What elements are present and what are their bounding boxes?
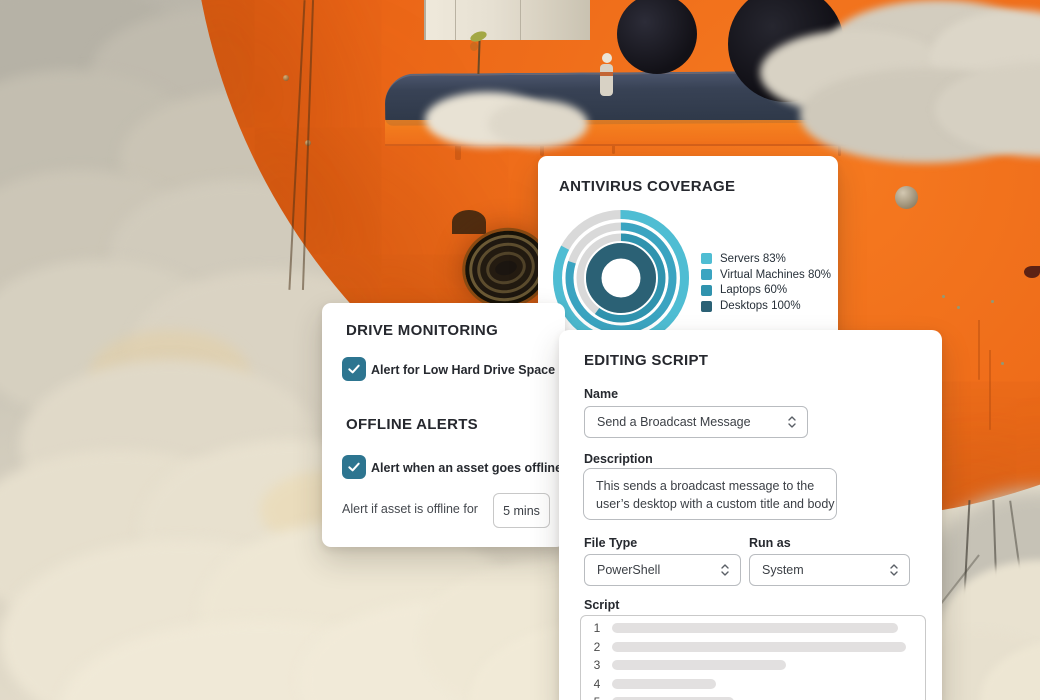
speck: [1001, 362, 1004, 365]
line-number: 2: [590, 640, 604, 654]
card-title: DRIVE MONITORING: [346, 322, 498, 339]
checkbox-low-drive-space[interactable]: [342, 357, 366, 381]
chart-legend: Servers 83% Virtual Machines 80% Laptops…: [701, 251, 831, 314]
code-line-pill: [612, 642, 906, 652]
description-label: Description: [584, 452, 653, 466]
file-type-label: File Type: [584, 536, 637, 550]
legend-label: Desktops 100%: [720, 300, 801, 312]
maroon-detail: [1024, 266, 1040, 278]
code-line: 3: [581, 656, 925, 675]
line-number: 3: [590, 658, 604, 672]
legend-item: Servers 83%: [701, 251, 831, 267]
legend-item: Virtual Machines 80%: [701, 267, 831, 283]
code-line: 2: [581, 638, 925, 657]
editing-script-card: EDITING SCRIPT Name Send a Broadcast Mes…: [559, 330, 942, 700]
line-number: 5: [590, 695, 604, 700]
card-title: ANTIVIRUS COVERAGE: [559, 178, 735, 195]
file-type-select[interactable]: PowerShell: [584, 554, 741, 586]
chevron-updown-icon: [889, 562, 899, 578]
checkbox-label: Alert for Low Hard Drive Space: [371, 363, 555, 377]
antivirus-coverage-card: ANTIVIRUS COVERAGE Servers 83% Virtual M…: [538, 156, 838, 358]
person-figure: [600, 72, 613, 76]
speck: [942, 295, 945, 298]
wall-joint: [455, 0, 456, 40]
run-as-select[interactable]: System: [749, 554, 910, 586]
code-line: 1: [581, 619, 925, 638]
line-number: 1: [590, 621, 604, 635]
check-icon: [346, 459, 362, 475]
code-line: 5: [581, 693, 925, 700]
legend-swatch: [701, 285, 712, 296]
offline-duration-label: Alert if asset is offline for: [342, 502, 478, 516]
speck: [957, 306, 960, 309]
line-number: 4: [590, 677, 604, 691]
wall-joint: [520, 0, 521, 40]
script-editor[interactable]: 1 2 3 4 5: [580, 615, 926, 700]
code-line-pill: [612, 660, 786, 670]
rivet: [283, 75, 289, 81]
engine-cowl: [452, 210, 486, 234]
card-title: EDITING SCRIPT: [584, 352, 708, 369]
speck: [991, 300, 994, 303]
offline-duration-value: 5 mins: [503, 504, 540, 518]
legend-swatch: [701, 253, 712, 264]
legend-label: Virtual Machines 80%: [720, 269, 831, 281]
description-textarea[interactable]: This sends a broadcast message to the us…: [583, 468, 837, 520]
person-figure: [600, 64, 613, 96]
name-label: Name: [584, 387, 618, 401]
legend-item: Laptops 60%: [701, 283, 831, 299]
name-select[interactable]: Send a Broadcast Message: [584, 406, 808, 438]
script-label: Script: [584, 598, 619, 612]
paint-drip: [989, 350, 991, 430]
check-icon: [346, 361, 362, 377]
checkbox-asset-offline[interactable]: [342, 455, 366, 479]
code-line: 4: [581, 675, 925, 694]
name-select-value: Send a Broadcast Message: [585, 415, 787, 429]
legend-swatch: [701, 269, 712, 280]
beige-sphere: [895, 186, 918, 209]
run-as-label: Run as: [749, 536, 791, 550]
file-type-value: PowerShell: [585, 563, 720, 577]
plant-decoration: [470, 42, 478, 51]
drive-monitoring-card: DRIVE MONITORING Alert for Low Hard Driv…: [322, 303, 565, 547]
cloud-puff: [488, 100, 588, 148]
cabin-wall: [424, 0, 590, 40]
legend-label: Servers 83%: [720, 253, 786, 265]
paint-drip: [455, 146, 461, 160]
run-as-value: System: [750, 563, 889, 577]
legend-swatch: [701, 301, 712, 312]
chevron-updown-icon: [720, 562, 730, 578]
legend-label: Laptops 60%: [720, 284, 787, 296]
paint-drip: [612, 146, 615, 154]
person-figure: [602, 53, 612, 63]
section-title: OFFLINE ALERTS: [346, 416, 478, 433]
checkbox-label: Alert when an asset goes offline: [371, 461, 562, 475]
chevron-updown-icon: [787, 414, 797, 430]
marketing-screenshot: ANTIVIRUS COVERAGE Servers 83% Virtual M…: [0, 0, 1040, 700]
code-line-pill: [612, 623, 898, 633]
code-line-pill: [612, 679, 716, 689]
legend-item: Desktops 100%: [701, 298, 831, 314]
offline-duration-input[interactable]: 5 mins: [493, 493, 550, 528]
paint-drip: [978, 320, 980, 380]
